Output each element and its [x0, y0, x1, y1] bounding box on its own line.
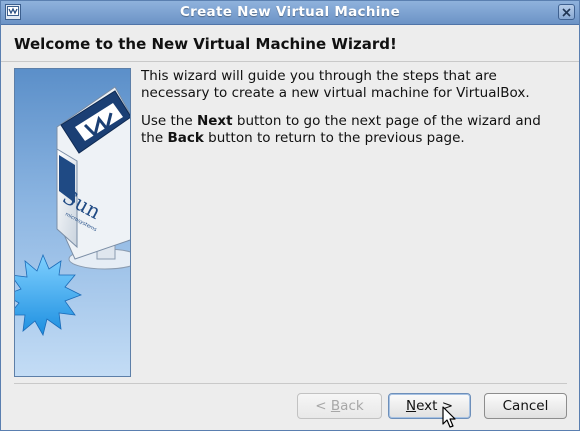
next-label-rest: ext: [416, 398, 438, 414]
back-label-rest: ack: [340, 398, 364, 414]
wizard-window: Create New Virtual Machine Welcome to th…: [0, 0, 580, 431]
virtualbox-logo-illustration: Sun microsystems: [15, 86, 130, 337]
back-button[interactable]: < Back: [297, 393, 382, 419]
button-divider: [14, 383, 567, 384]
next-mnemonic: N: [405, 398, 417, 414]
close-window-button[interactable]: [558, 4, 575, 20]
back-mnemonic: B: [330, 398, 341, 414]
next-button[interactable]: Next >: [388, 393, 471, 419]
navigation-paragraph: Use the Next button to go the next page …: [141, 113, 566, 147]
wizard-header: Welcome to the New Virtual Machine Wizar…: [1, 25, 579, 62]
back-keyword: Back: [167, 130, 204, 146]
title-bar[interactable]: Create New Virtual Machine: [1, 1, 579, 25]
text-segment: Use the: [141, 113, 197, 129]
page-title: Welcome to the New Virtual Machine Wizar…: [14, 35, 397, 53]
back-prefix: <: [315, 398, 331, 414]
intro-paragraph: This wizard will guide you through the s…: [141, 68, 530, 101]
text-segment: button to return to the previous page.: [203, 130, 465, 146]
close-icon: [562, 8, 571, 17]
window-title: Create New Virtual Machine: [179, 4, 401, 20]
cancel-button[interactable]: Cancel: [484, 393, 567, 419]
mouse-pointer-icon: [442, 406, 456, 428]
next-keyword: Next: [196, 113, 233, 129]
wizard-illustration: Sun microsystems: [14, 68, 131, 377]
wizard-description: This wizard will guide you through the s…: [141, 68, 566, 158]
